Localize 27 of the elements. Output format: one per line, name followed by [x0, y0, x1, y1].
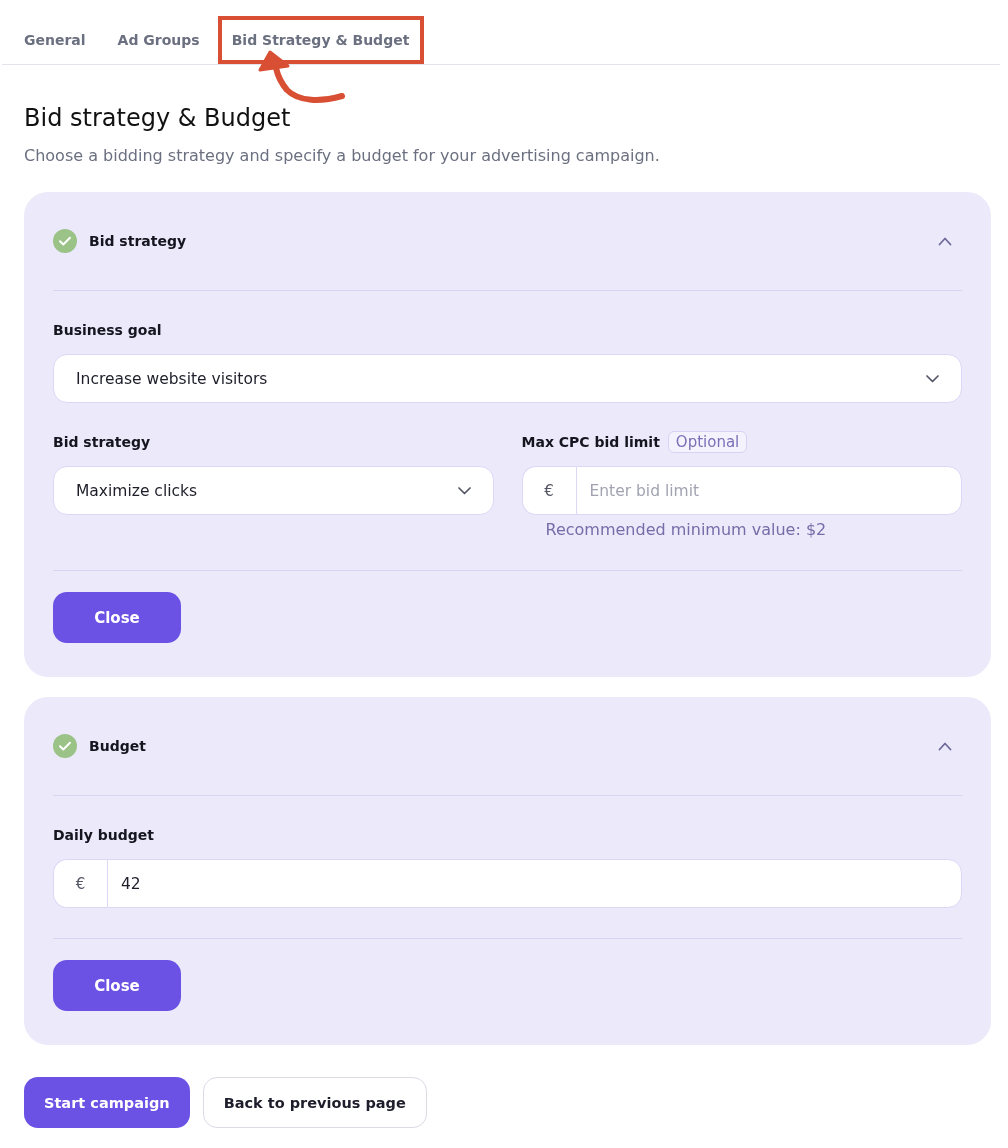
field-label: Max CPC bid limit	[521, 434, 660, 450]
optional-badge: Optional	[667, 431, 748, 453]
tab[interactable]: General	[24, 31, 86, 49]
amount-input[interactable]: Enter bid limit	[575, 466, 962, 515]
chevron-up-icon[interactable]	[938, 741, 952, 751]
chevron-up-icon[interactable]	[938, 236, 952, 246]
chevron-down-icon	[926, 374, 939, 383]
hint-text: Recommended minimum value: $2	[545, 520, 828, 540]
close-button[interactable]: Close	[53, 592, 181, 643]
field-label: Business goal	[53, 322, 162, 338]
start-campaign-button[interactable]: Start campaign	[24, 1077, 190, 1128]
amount-input[interactable]: 42	[107, 859, 962, 908]
currency-prefix: €	[521, 466, 576, 515]
currency-prefix: €	[53, 859, 107, 908]
tab[interactable]: Ad Groups	[117, 31, 200, 49]
page-title: Bid strategy & Budget	[24, 103, 292, 134]
chevron-down-icon	[457, 486, 471, 495]
close-button[interactable]: Close	[53, 960, 181, 1011]
dropdown-field[interactable]: Increase website visitors	[53, 354, 962, 403]
page-subtitle: Choose a bidding strategy and specify a budget for your advertising campaign.	[24, 145, 661, 167]
dropdown-field[interactable]: Maximize clicks	[53, 466, 494, 515]
field-label: Bid strategy	[53, 434, 151, 450]
section-title: Budget	[89, 738, 146, 754]
back-button[interactable]: Back to previous page	[202, 1077, 427, 1128]
field-label: Daily budget	[53, 827, 154, 843]
tab[interactable]: Bid Strategy & Budget	[231, 31, 410, 49]
section-title: Bid strategy	[89, 233, 187, 249]
